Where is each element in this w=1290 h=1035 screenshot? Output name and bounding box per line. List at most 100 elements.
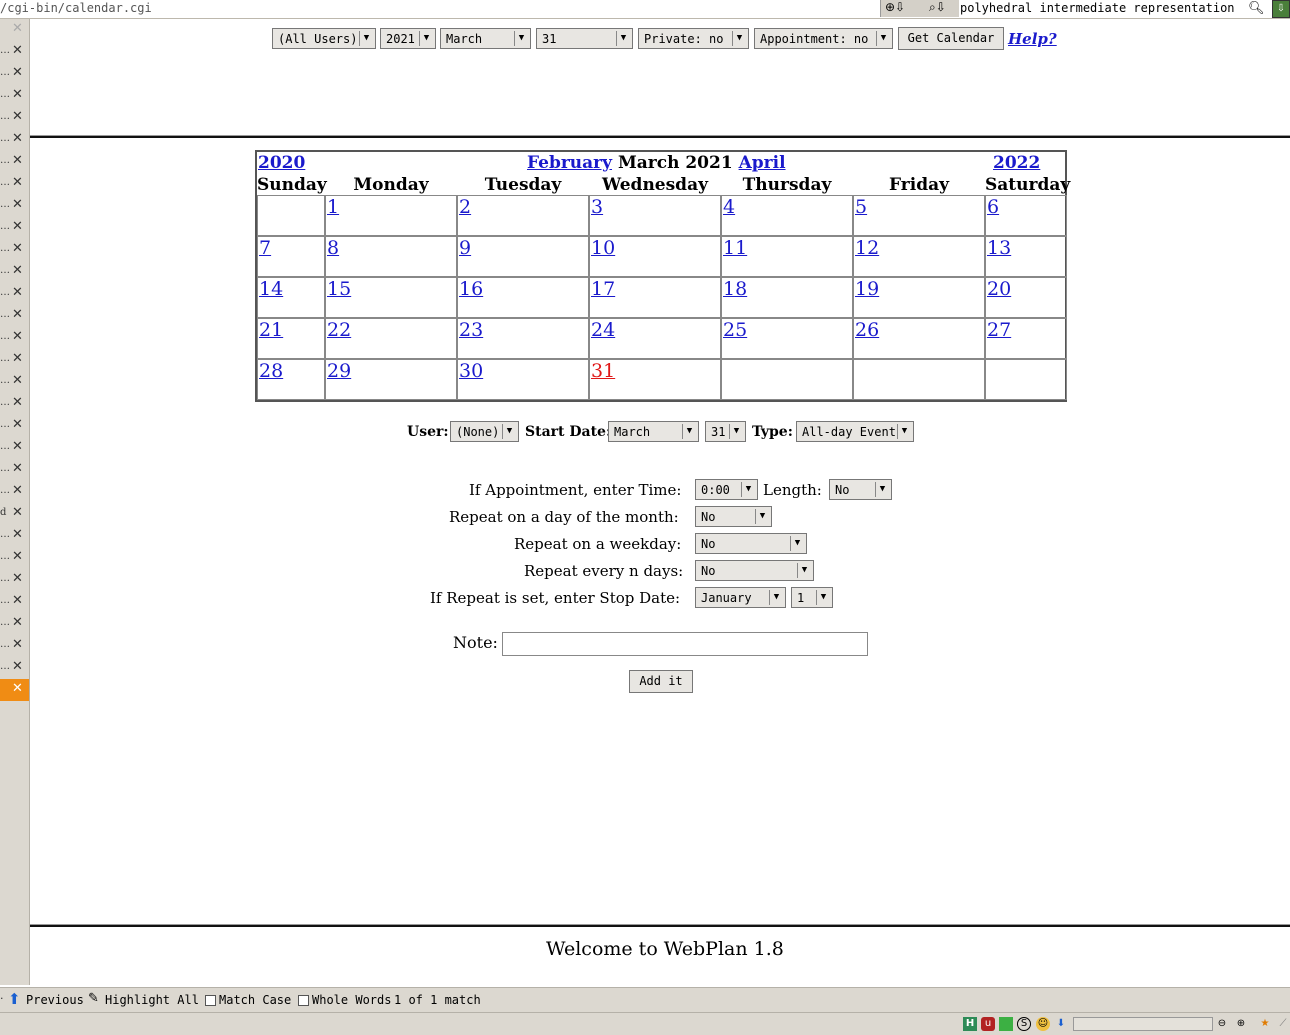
previous-button[interactable]: Previous <box>26 993 84 1007</box>
day-link[interactable]: 13 <box>987 237 1011 259</box>
close-tab-icon[interactable]: ✕ <box>12 329 23 344</box>
start-month-select[interactable]: March ▼ <box>608 421 699 442</box>
tab-item[interactable]: … ✕ <box>0 63 29 85</box>
day-link[interactable]: 25 <box>723 319 747 341</box>
tab-item[interactable]: … ✕ <box>0 261 29 283</box>
get-calendar-button[interactable]: Get Calendar <box>898 27 1004 50</box>
repeat-weekday-select[interactable]: No ▼ <box>695 533 807 554</box>
day-link[interactable]: 28 <box>259 360 283 382</box>
add-it-button[interactable]: Add it <box>629 670 693 693</box>
url-text[interactable]: /cgi-bin/calendar.cgi <box>0 1 152 15</box>
day-link[interactable]: 20 <box>987 278 1011 300</box>
close-tab-icon[interactable]: ✕ <box>12 417 23 432</box>
day-link[interactable]: 23 <box>459 319 483 341</box>
repeat-month-select[interactable]: No ▼ <box>695 506 772 527</box>
green-status-icon[interactable] <box>999 1017 1013 1031</box>
close-tab-icon[interactable]: ✕ <box>12 285 23 300</box>
day-link[interactable]: 4 <box>723 196 735 218</box>
repeat-n-days-select[interactable]: No ▼ <box>695 560 814 581</box>
day-link[interactable]: 14 <box>259 278 283 300</box>
download-icon[interactable]: ⇩ <box>1272 0 1290 18</box>
help-link[interactable]: Help? <box>1008 30 1057 48</box>
tab-item[interactable]: … ✕ <box>0 657 29 679</box>
day-link[interactable]: 6 <box>987 196 999 218</box>
match-case-checkbox[interactable] <box>205 995 216 1006</box>
close-tab-icon[interactable]: ✕ <box>12 219 23 234</box>
day-link[interactable]: 29 <box>327 360 351 382</box>
close-tab-icon[interactable]: ✕ <box>12 439 23 454</box>
close-tab-icon[interactable]: ✕ <box>12 395 23 410</box>
match-case-label[interactable]: Match Case <box>219 993 291 1007</box>
close-tab-icon[interactable]: ✕ <box>12 197 23 212</box>
tab-item[interactable]: … ✕ <box>0 437 29 459</box>
tab-item[interactable]: … ✕ <box>0 393 29 415</box>
close-tab-icon[interactable]: ✕ <box>12 483 23 498</box>
day-link[interactable]: 7 <box>259 237 271 259</box>
day-link[interactable]: 17 <box>591 278 615 300</box>
close-tab-icon[interactable]: ✕ <box>12 637 23 652</box>
tab-item[interactable]: … ✕ <box>0 547 29 569</box>
day-link[interactable]: 9 <box>459 237 471 259</box>
close-tab-icon[interactable]: ✕ <box>12 571 23 586</box>
close-tab-icon[interactable]: ✕ <box>12 241 23 256</box>
user-select[interactable]: (All Users) ▼ <box>272 28 376 49</box>
start-day-select[interactable]: 31 ▼ <box>705 421 746 442</box>
tab-item[interactable]: … ✕ <box>0 305 29 327</box>
tab-item[interactable]: … ✕ <box>0 613 29 635</box>
day-link[interactable]: 3 <box>591 196 603 218</box>
day-link[interactable]: 8 <box>327 237 339 259</box>
find-icon[interactable]: ⌕⇩ <box>929 0 946 15</box>
day-link[interactable]: 24 <box>591 319 615 341</box>
find-close-icon[interactable]: · <box>0 992 4 1005</box>
day-link[interactable]: 16 <box>459 278 483 300</box>
close-tab-icon[interactable]: ✕ <box>12 659 23 674</box>
tab-item[interactable]: … ✕ <box>0 481 29 503</box>
addon-icon[interactable]: ★ <box>1258 1017 1272 1031</box>
month-select[interactable]: March ▼ <box>440 28 531 49</box>
appointment-select[interactable]: Appointment: no ▼ <box>754 28 893 49</box>
close-tab-icon[interactable]: ✕ <box>12 615 23 630</box>
day-link[interactable]: 31 <box>591 360 615 382</box>
tab-item[interactable]: … ✕ <box>0 371 29 393</box>
tab-item[interactable]: … ✕ <box>0 217 29 239</box>
close-tab-icon[interactable]: ✕ <box>12 87 23 102</box>
close-tab-icon[interactable]: ✕ <box>12 351 23 366</box>
search-input[interactable]: polyhedral intermediate representation <box>960 1 1235 15</box>
year-select[interactable]: 2021 ▼ <box>380 28 436 49</box>
day-link[interactable]: 12 <box>855 237 879 259</box>
ublock-icon[interactable]: u <box>981 1017 995 1031</box>
close-tab-icon[interactable]: ✕ <box>12 593 23 608</box>
tab-item[interactable]: … ✕ <box>0 283 29 305</box>
close-tab-icon[interactable]: ✕ <box>12 505 23 520</box>
tab-item[interactable]: … ✕ <box>0 195 29 217</box>
tab-item[interactable]: … ✕ <box>0 327 29 349</box>
close-tab-icon[interactable]: ✕ <box>12 527 23 542</box>
close-tab-icon[interactable]: ✕ <box>12 65 23 80</box>
tab-item[interactable]: … ✕ <box>0 525 29 547</box>
time-select[interactable]: 0:00 ▼ <box>695 479 758 500</box>
whole-words-label[interactable]: Whole Words <box>312 993 391 1007</box>
html-validator-icon[interactable]: H <box>963 1017 977 1031</box>
prev-month-link[interactable]: February <box>527 153 612 173</box>
tab-item[interactable]: … ✕ <box>0 239 29 261</box>
day-link[interactable]: 2 <box>459 196 471 218</box>
close-tab-icon[interactable]: ✕ <box>12 153 23 168</box>
note-input[interactable] <box>502 632 868 656</box>
search-engine-icon[interactable]: ⊕⇩ <box>885 0 905 14</box>
tab-item[interactable]: … ✕ <box>0 129 29 151</box>
tab-item[interactable]: … ✕ <box>0 591 29 613</box>
tab-item[interactable]: ✕ <box>0 679 29 701</box>
close-tab-icon[interactable]: ✕ <box>12 549 23 564</box>
previous-arrow-icon[interactable]: ⬆ <box>8 990 21 1008</box>
stop-day-select[interactable]: 1 ▼ <box>791 587 833 608</box>
day-link[interactable]: 5 <box>855 196 867 218</box>
day-link[interactable]: 27 <box>987 319 1011 341</box>
day-link[interactable]: 22 <box>327 319 351 341</box>
tab-item[interactable]: … ✕ <box>0 173 29 195</box>
day-link[interactable]: 21 <box>259 319 283 341</box>
length-select[interactable]: No ▼ <box>829 479 892 500</box>
type-select[interactable]: All-day Event ▼ <box>796 421 914 442</box>
zoom-out-icon[interactable]: ⊖ <box>1215 1017 1229 1031</box>
close-tab-icon[interactable]: ✕ <box>12 307 23 322</box>
day-select[interactable]: 31 ▼ <box>536 28 633 49</box>
